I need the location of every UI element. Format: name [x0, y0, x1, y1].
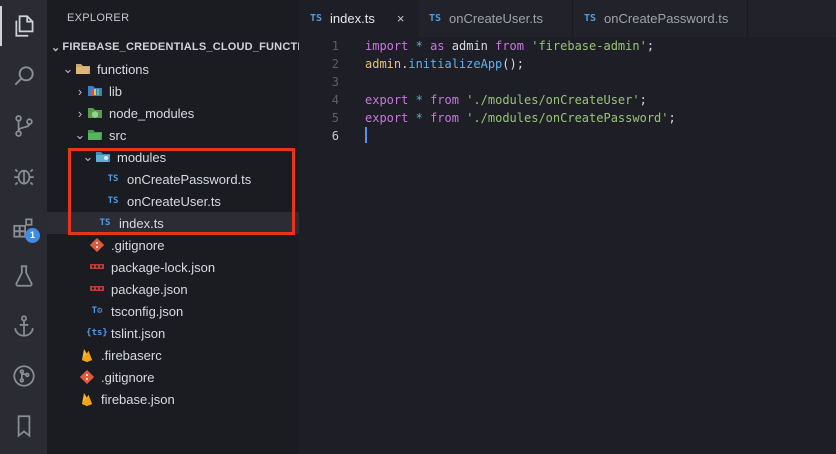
tree-label: src — [109, 127, 127, 143]
tsconfig-icon: T⚙ — [91, 306, 103, 316]
folder-node-icon — [87, 105, 103, 121]
bookmark-icon[interactable] — [0, 406, 47, 446]
tree-file-package-lock[interactable]: package-lock.json — [47, 256, 299, 278]
tree-file-oncreatepassword[interactable]: TS onCreatePassword.ts — [47, 168, 299, 190]
line-number: 1 — [331, 39, 339, 53]
typescript-icon: TS — [584, 13, 597, 24]
line-number: 2 — [331, 57, 339, 71]
testing-icon[interactable] — [0, 256, 47, 296]
tree-label: node_modules — [109, 105, 195, 121]
extensions-icon[interactable] — [0, 208, 47, 248]
chevron-right-icon: › — [77, 105, 83, 121]
tree-label: package-lock.json — [111, 259, 216, 275]
tree-folder-src[interactable]: ⌄ src — [47, 124, 299, 146]
tree-file-tsconfig[interactable]: T⚙ tsconfig.json — [47, 300, 299, 322]
code-line: 1 import * as admin from 'firebase-admin… — [299, 37, 836, 55]
tree-label: index.ts — [119, 215, 164, 231]
tree-folder-modules[interactable]: ⌄ modules — [47, 146, 299, 168]
line-number: 6 — [331, 129, 339, 143]
tab-label: onCreateUser.ts — [449, 11, 543, 26]
tree-label: tslint.json — [111, 325, 166, 341]
activity-bar: 1 — [0, 0, 47, 454]
source-control-icon[interactable] — [0, 106, 47, 146]
tree-label: functions — [97, 61, 150, 77]
tree-label: onCreateUser.ts — [127, 193, 221, 209]
npm-icon — [89, 281, 105, 297]
tree-label: modules — [117, 149, 167, 165]
tree-label: firebase.json — [101, 391, 175, 407]
anchor-icon[interactable] — [0, 306, 47, 346]
workspace-root[interactable]: ⌄ FIREBASE_CREDENTIALS_CLOUD_FUNCTI... — [47, 36, 310, 58]
git-icon — [79, 369, 95, 385]
folder-lib-icon — [87, 83, 103, 99]
typescript-icon: TS — [429, 13, 442, 24]
git-icon — [89, 237, 105, 253]
chevron-down-icon: ⌄ — [74, 127, 86, 142]
extensions-badge: 1 — [25, 228, 40, 243]
typescript-icon: TS — [107, 174, 119, 184]
tree-folder-node-modules[interactable]: › node_modules — [47, 102, 299, 124]
git-graph-icon[interactable] — [0, 356, 47, 396]
npm-icon — [89, 259, 105, 275]
tab-oncreateuser-ts[interactable]: TS onCreateUser.ts — [418, 0, 573, 37]
line-number: 3 — [331, 75, 339, 89]
tree-label: lib — [109, 83, 123, 99]
tree-file-gitignore[interactable]: .gitignore — [47, 234, 299, 256]
code-text: import * as admin from 'firebase-admin'; — [365, 39, 655, 53]
editor-tab-bar: TS index.ts × TS onCreateUser.ts TS onCr… — [299, 0, 836, 37]
tree-label: .gitignore — [111, 237, 165, 253]
line-number: 5 — [331, 111, 339, 125]
tslint-icon: {ts} — [86, 328, 108, 338]
code-line: 3 — [299, 73, 836, 91]
firebase-icon — [79, 347, 95, 363]
tree-label: package.json — [111, 281, 188, 297]
tree-label: onCreatePassword.ts — [127, 171, 252, 187]
chevron-down-icon: ⌄ — [51, 41, 61, 54]
chevron-down-icon: ⌄ — [62, 61, 74, 76]
search-icon[interactable] — [0, 56, 47, 96]
code-text: export * from './modules/onCreatePasswor… — [365, 111, 676, 125]
code-line: 5 export * from './modules/onCreatePassw… — [299, 109, 836, 127]
firebase-icon — [79, 391, 95, 407]
tree-file-firebase-json[interactable]: firebase.json — [47, 388, 299, 410]
tree-file-oncreateuser[interactable]: TS onCreateUser.ts — [47, 190, 299, 212]
code-line: 2 admin.initializeApp(); — [299, 55, 836, 73]
tab-oncreatepassword-ts[interactable]: TS onCreatePassword.ts — [573, 0, 748, 37]
tree-label: .firebaserc — [101, 347, 162, 363]
folder-src-icon — [87, 127, 103, 143]
text-cursor — [365, 127, 367, 143]
tree-file-tslint[interactable]: {ts} tslint.json — [47, 322, 299, 344]
code-text: admin.initializeApp(); — [365, 57, 524, 71]
tree-file-package[interactable]: package.json — [47, 278, 299, 300]
tree-folder-lib[interactable]: › lib — [47, 80, 299, 102]
tab-label: onCreatePassword.ts — [604, 11, 729, 26]
explorer-icon[interactable] — [0, 6, 47, 46]
tree-label: tsconfig.json — [111, 303, 184, 319]
tree-folder-functions[interactable]: ⌄ functions — [47, 58, 299, 80]
typescript-icon: TS — [310, 13, 323, 24]
folder-modules-icon — [95, 149, 111, 165]
tree-label: .gitignore — [101, 369, 155, 385]
explorer-sidebar: EXPLORER ⌄ FIREBASE_CREDENTIALS_CLOUD_FU… — [47, 0, 310, 454]
folder-open-icon — [75, 61, 91, 77]
explorer-title: EXPLORER — [67, 12, 130, 24]
typescript-icon: TS — [99, 218, 111, 228]
tree-file-index[interactable]: TS index.ts — [47, 212, 299, 234]
line-number: 4 — [331, 93, 339, 107]
typescript-icon: TS — [107, 196, 119, 206]
tab-label: index.ts — [330, 11, 375, 26]
code-editor[interactable]: 1 import * as admin from 'firebase-admin… — [299, 37, 836, 454]
chevron-down-icon: ⌄ — [82, 149, 94, 164]
tab-index-ts[interactable]: TS index.ts × — [299, 0, 418, 37]
code-line: 4 export * from './modules/onCreateUser'… — [299, 91, 836, 109]
debug-icon[interactable] — [0, 156, 47, 196]
code-text: export * from './modules/onCreateUser'; — [365, 93, 647, 107]
code-line: 6 — [299, 127, 836, 145]
tree-file-firebaserc[interactable]: .firebaserc — [47, 344, 299, 366]
workspace-root-label: FIREBASE_CREDENTIALS_CLOUD_FUNCTI... — [62, 41, 311, 53]
tree-file-gitignore-root[interactable]: .gitignore — [47, 366, 299, 388]
close-icon[interactable]: × — [397, 11, 405, 26]
vscode-window: 1 EXPLORER ⌄ FIREBASE_CREDENTIALS_CLOUD_… — [0, 0, 836, 454]
chevron-right-icon: › — [77, 83, 83, 99]
